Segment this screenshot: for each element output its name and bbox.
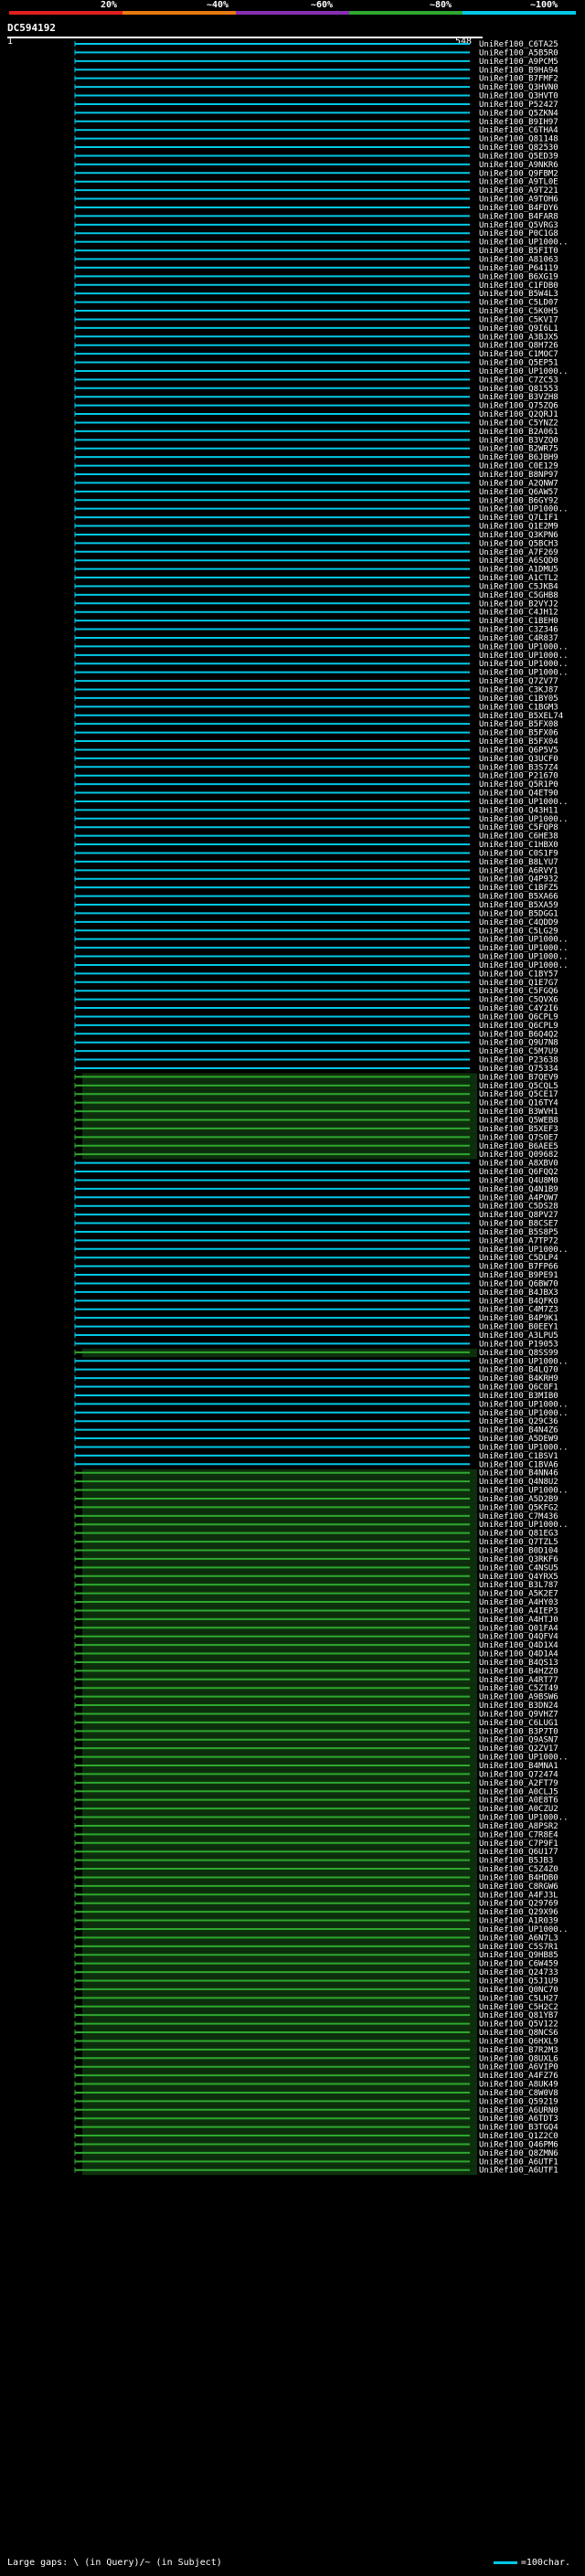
legend-swatch: [493, 2560, 517, 2564]
footer-scale-legend: =100char.: [493, 2558, 570, 2568]
footer-scale-text: =100char.: [520, 2558, 570, 2568]
footer: Large gaps: \ (in Query)/~ (in Subject) …: [7, 2558, 578, 2568]
footer-gap-legend: Large gaps: \ (in Query)/~ (in Subject): [7, 2558, 222, 2568]
hit-label[interactable]: UniRef100_A6UTF1: [479, 2167, 558, 2176]
hit-row[interactable]: UniRef100_A6UTF1: [74, 2166, 558, 2176]
hit-alignment-panel: UniRef100_C6TA25UniRef100_A5B5R0UniRef10…: [74, 40, 569, 2176]
